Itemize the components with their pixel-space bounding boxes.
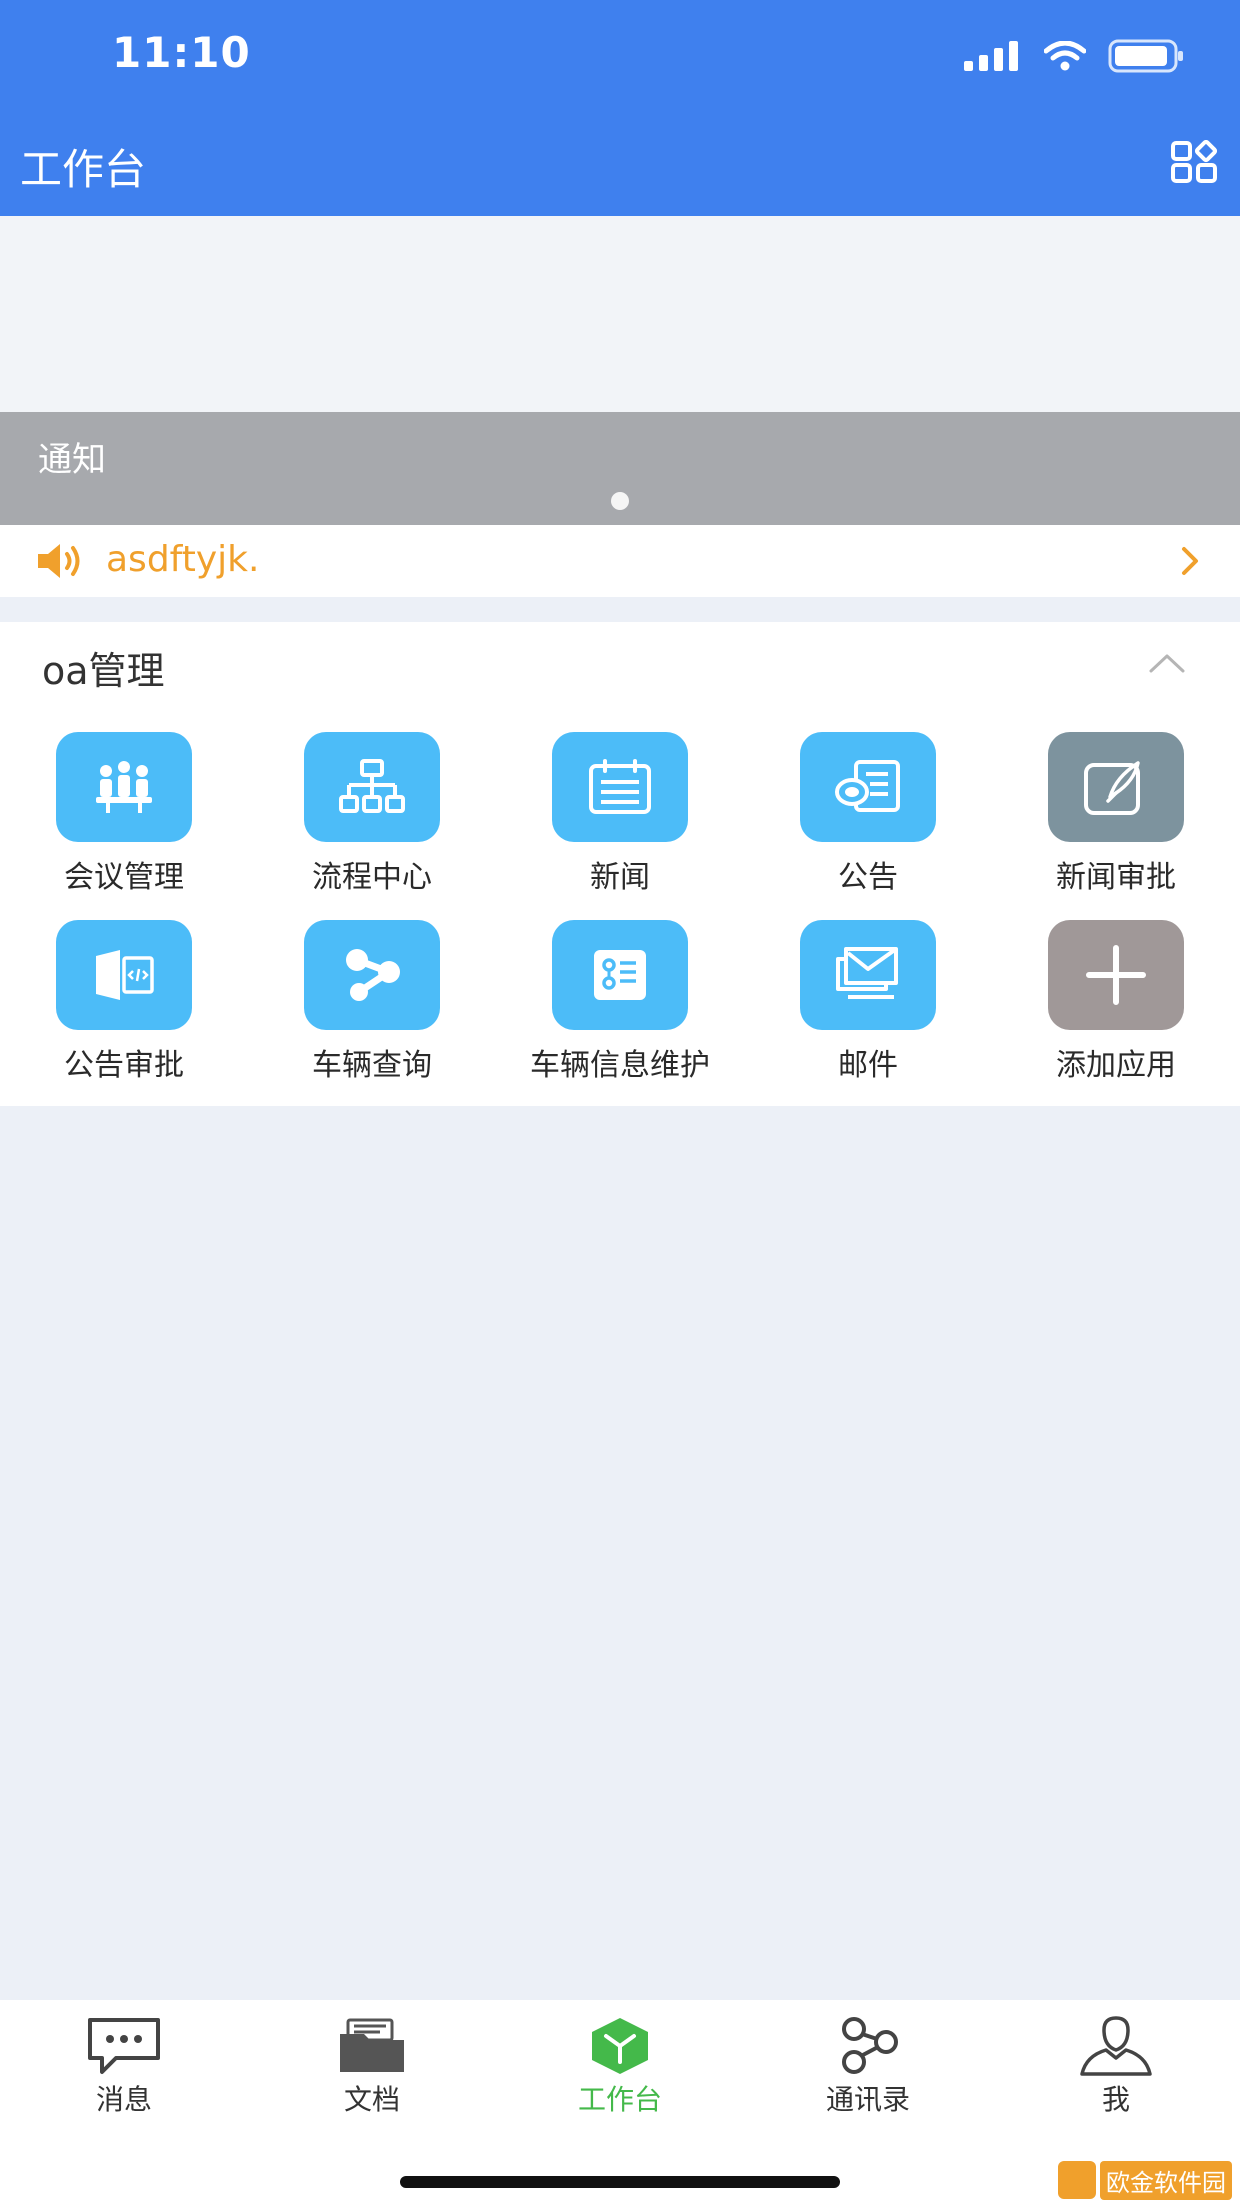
banner-page-indicator <box>611 492 629 510</box>
app-label: 新闻审批 <box>1056 860 1176 895</box>
tab-label: 通讯录 <box>825 2083 910 2116</box>
app-label: 流程中心 <box>312 860 432 895</box>
tab-label: 我 <box>1101 2083 1130 2116</box>
profile-icon <box>1080 2016 1152 2076</box>
app-meeting-management[interactable]: 会议管理 <box>4 732 244 908</box>
announcement-approval-icon <box>56 920 192 1030</box>
app-label: 公告审批 <box>64 1048 184 1083</box>
news-icon <box>552 732 688 842</box>
oa-panel: oa管理 会议管理 流程中心 新闻 公告 新闻审批 公告审批 车辆查询 车辆信息… <box>0 622 1240 1106</box>
app-label: 新闻 <box>590 860 650 895</box>
app-grid-icon[interactable] <box>1170 140 1218 184</box>
meeting-icon <box>56 732 192 842</box>
news-approval-icon <box>1048 732 1184 842</box>
vehicle-info-icon <box>552 920 688 1030</box>
speaker-icon <box>38 544 80 578</box>
app-label: 车辆信息维护 <box>530 1048 710 1083</box>
tab-label: 消息 <box>95 2083 152 2116</box>
app-label: 添加应用 <box>1056 1048 1176 1083</box>
message-icon <box>88 2018 160 2074</box>
watermark: 欧金软件园 <box>1058 2160 1232 2200</box>
banner-caption-text: 通知 <box>38 440 106 480</box>
bottom-tab-bar: 消息 文档 工作台 通讯录 我 <box>0 2000 1240 2206</box>
app-announcement-approval[interactable]: 公告审批 <box>4 920 244 1096</box>
watermark-text: 欧金软件园 <box>1100 2160 1232 2200</box>
app-add-application[interactable]: 添加应用 <box>996 920 1236 1096</box>
app-news[interactable]: 新闻 <box>500 732 740 908</box>
add-app-icon <box>1048 920 1184 1030</box>
page-title: 工作台 <box>20 145 147 194</box>
workflow-icon <box>304 732 440 842</box>
home-indicator[interactable] <box>400 2176 840 2188</box>
signal-icon <box>964 41 1018 71</box>
tab-label: 工作台 <box>577 2083 662 2116</box>
app-vehicle-info-maintenance[interactable]: 车辆信息维护 <box>500 920 740 1096</box>
vehicle-query-icon <box>304 920 440 1030</box>
app-news-approval[interactable]: 新闻审批 <box>996 732 1236 908</box>
banner-image[interactable] <box>0 216 1240 412</box>
status-icons <box>964 36 1184 76</box>
app-announcement[interactable]: 公告 <box>748 732 988 908</box>
mail-icon <box>800 920 936 1030</box>
app-label: 车辆查询 <box>312 1048 432 1083</box>
tab-profile[interactable]: 我 <box>992 2016 1240 2126</box>
document-icon <box>340 2018 404 2072</box>
battery-icon <box>1108 39 1183 73</box>
notice-bar[interactable]: asdftyjk. <box>0 525 1240 597</box>
section-title: oa管理 <box>42 649 165 693</box>
watermark-logo-icon <box>1058 2161 1096 2199</box>
app-label: 公告 <box>838 860 898 895</box>
tab-workbench[interactable]: 工作台 <box>496 2016 744 2126</box>
tab-label: 文档 <box>343 2083 400 2116</box>
chevron-right-icon[interactable] <box>1180 545 1200 577</box>
tab-documents[interactable]: 文档 <box>248 2016 496 2126</box>
app-mail[interactable]: 邮件 <box>748 920 988 1096</box>
status-time: 11:10 <box>112 28 251 77</box>
chevron-up-icon[interactable] <box>1148 652 1186 674</box>
wifi-icon <box>1044 41 1086 71</box>
notice-text: asdftyjk. <box>106 539 260 580</box>
announcement-icon <box>800 732 936 842</box>
workbench-icon <box>592 2018 648 2074</box>
banner-caption[interactable]: 通知 <box>0 412 1240 525</box>
tab-contacts[interactable]: 通讯录 <box>744 2016 992 2126</box>
app-vehicle-query[interactable]: 车辆查询 <box>252 920 492 1096</box>
tab-messages[interactable]: 消息 <box>0 2016 248 2126</box>
contacts-icon <box>842 2017 898 2074</box>
app-label: 邮件 <box>838 1048 898 1083</box>
app-label: 会议管理 <box>64 860 184 895</box>
app-workflow-center[interactable]: 流程中心 <box>252 732 492 908</box>
app-header: 11:10 工作台 <box>0 0 1240 216</box>
